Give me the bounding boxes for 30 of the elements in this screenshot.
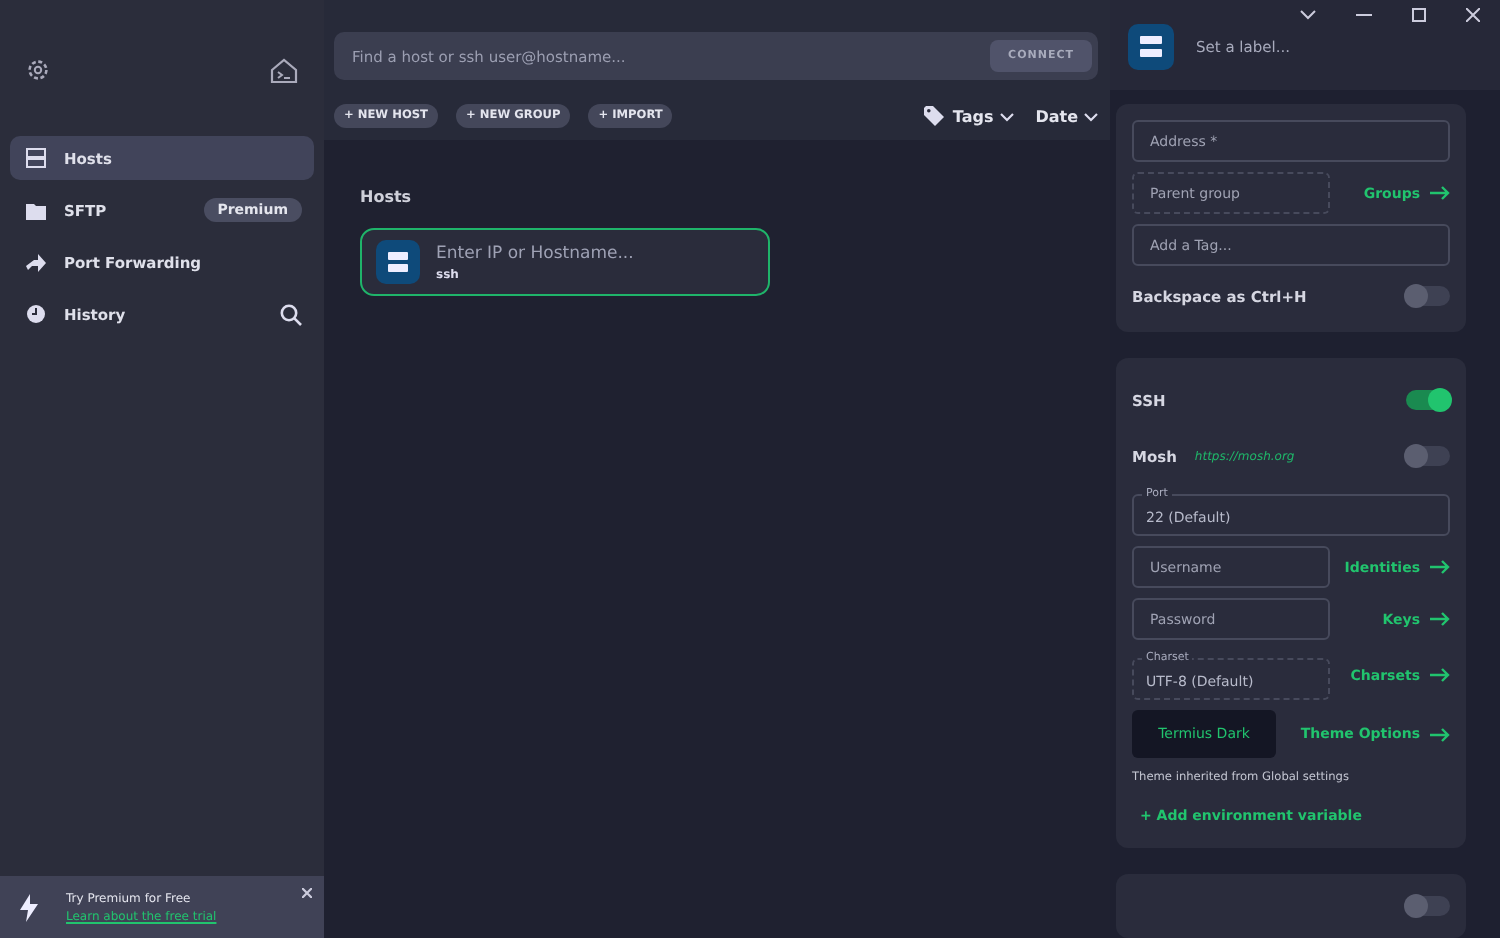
arrow-right-icon	[1430, 668, 1450, 682]
forward-arrow-icon	[26, 253, 46, 271]
server-icon	[26, 148, 46, 168]
search-icon[interactable]	[280, 303, 302, 325]
clock-icon	[26, 304, 46, 324]
chevron-down-icon	[1084, 111, 1098, 121]
toggle-switch[interactable]	[1406, 446, 1450, 466]
arrow-right-icon	[1430, 612, 1450, 626]
toggle-switch[interactable]	[1406, 390, 1450, 410]
arrow-right-icon	[1430, 186, 1450, 200]
sort-dropdown[interactable]: Tags	[920, 106, 1014, 126]
arrow-right-icon	[1430, 727, 1450, 741]
server-icon	[376, 240, 420, 284]
arrow-right-icon	[1430, 560, 1450, 574]
close-icon[interactable]	[1466, 8, 1480, 22]
server-icon	[1128, 24, 1174, 70]
toggle-switch[interactable]	[1406, 286, 1450, 306]
folder-icon	[26, 201, 46, 219]
home-terminal-icon[interactable]	[270, 57, 298, 83]
maximize-icon[interactable]	[1412, 8, 1426, 22]
host-title: Enter IP or Hostname...	[436, 243, 634, 263]
sort-dropdown[interactable]: Date	[1031, 107, 1098, 125]
toggle-switch[interactable]	[1406, 896, 1450, 916]
chevron-down-icon[interactable]	[1300, 10, 1316, 20]
tag-icon	[924, 106, 947, 126]
lightning-icon	[20, 893, 38, 921]
settings-icon[interactable]	[26, 58, 50, 82]
close-icon[interactable]	[302, 888, 312, 898]
section-heading: Hosts	[360, 188, 414, 206]
chevron-down-icon	[999, 111, 1014, 121]
